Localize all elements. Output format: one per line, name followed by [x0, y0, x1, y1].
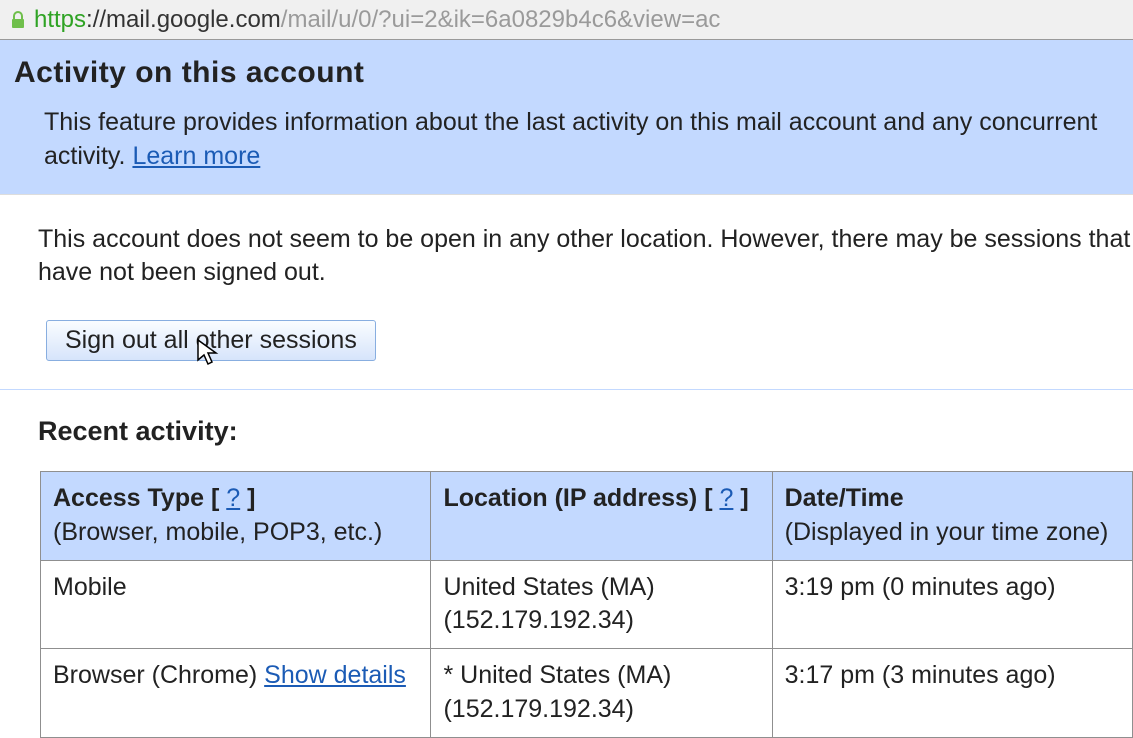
- location-country: * United States (MA): [443, 661, 671, 689]
- access-type-value: Browser (Chrome): [53, 661, 264, 689]
- col-location-label: Location (IP address): [443, 484, 697, 512]
- cell-datetime: 3:19 pm (0 minutes ago): [772, 560, 1132, 649]
- url-text: https://mail.google.com/mail/u/0/?ui=2&i…: [34, 6, 720, 34]
- datetime-value: 3:19 pm (0 minutes ago): [785, 573, 1056, 601]
- padlock-icon: [8, 10, 28, 30]
- activity-table: Access Type [ ? ] (Browser, mobile, POP3…: [40, 471, 1133, 738]
- url-scheme: https: [34, 6, 86, 33]
- main-content: This account does not seem to be open in…: [0, 195, 1133, 738]
- col-location: Location (IP address) [ ? ]: [431, 472, 772, 561]
- help-access-type: [ ? ]: [211, 484, 255, 512]
- col-datetime-sub: (Displayed in your time zone): [785, 518, 1109, 546]
- table-row: Browser (Chrome) Show details * United S…: [41, 649, 1133, 738]
- help-link[interactable]: ?: [226, 484, 240, 512]
- banner-description: This feature provides information about …: [44, 106, 1119, 174]
- help-location: [ ? ]: [704, 484, 748, 512]
- col-access-type-label: Access Type: [53, 484, 204, 512]
- location-ip: (152.179.192.34): [443, 695, 633, 723]
- help-link[interactable]: ?: [719, 484, 733, 512]
- activity-banner: Activity on this account This feature pr…: [0, 40, 1133, 195]
- recent-activity-label: Recent activity:: [38, 416, 1133, 447]
- cell-access: Browser (Chrome) Show details: [41, 649, 431, 738]
- browser-url-bar: https://mail.google.com/mail/u/0/?ui=2&i…: [0, 0, 1133, 40]
- cell-location: United States (MA) (152.179.192.34): [431, 560, 772, 649]
- cell-datetime: 3:17 pm (3 minutes ago): [772, 649, 1132, 738]
- cell-access: Mobile: [41, 560, 431, 649]
- col-datetime: Date/Time (Displayed in your time zone): [772, 472, 1132, 561]
- col-access-type: Access Type [ ? ] (Browser, mobile, POP3…: [41, 472, 431, 561]
- col-datetime-label: Date/Time: [785, 484, 904, 512]
- url-path: /mail/u/0/?ui=2&ik=6a0829b4c6&view=ac: [281, 6, 721, 33]
- signout-row: Sign out all other sessions: [0, 320, 1133, 390]
- table-row: Mobile United States (MA) (152.179.192.3…: [41, 560, 1133, 649]
- cell-location: * United States (MA) (152.179.192.34): [431, 649, 772, 738]
- url-domain: ://mail.google.com: [86, 6, 281, 33]
- datetime-value: 3:17 pm (3 minutes ago): [785, 661, 1056, 689]
- location-ip: (152.179.192.34): [443, 606, 633, 634]
- sign-out-all-button[interactable]: Sign out all other sessions: [46, 320, 376, 361]
- show-details-link[interactable]: Show details: [264, 661, 406, 689]
- col-access-type-sub: (Browser, mobile, POP3, etc.): [53, 518, 382, 546]
- concurrent-session-text: This account does not seem to be open in…: [38, 223, 1133, 291]
- access-type-value: Mobile: [53, 573, 127, 601]
- table-header-row: Access Type [ ? ] (Browser, mobile, POP3…: [41, 472, 1133, 561]
- location-country: United States (MA): [443, 573, 654, 601]
- page-title: Activity on this account: [14, 56, 1119, 90]
- learn-more-link[interactable]: Learn more: [132, 142, 260, 170]
